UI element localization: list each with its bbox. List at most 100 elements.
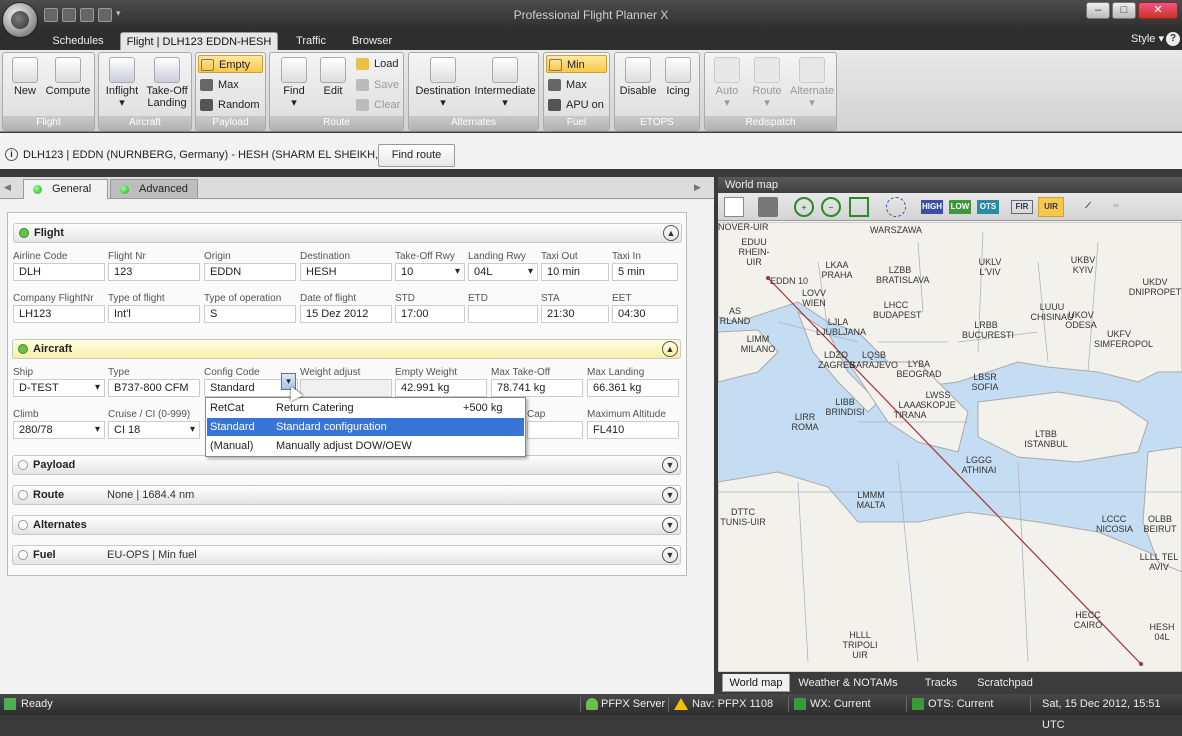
save-button[interactable]: Save	[354, 76, 402, 94]
payload-empty-button[interactable]: Empty	[198, 55, 263, 73]
tab-browser[interactable]: Browser	[344, 32, 400, 50]
ship-select[interactable]: D-TEST	[13, 379, 105, 397]
clear-button[interactable]: Clear	[354, 96, 402, 114]
style-menu[interactable]: Style ▾	[1131, 32, 1164, 45]
load-button[interactable]: Load	[354, 55, 402, 73]
link-icon[interactable]: ∞	[1106, 197, 1126, 217]
empty-weight-field[interactable]: 42.991 kg	[395, 379, 487, 397]
info-icon[interactable]: i	[5, 148, 18, 161]
find-button[interactable]: Find ▾	[274, 57, 314, 109]
measure-icon[interactable]: ⟋	[1078, 197, 1098, 217]
flight-nr-field[interactable]: 123	[108, 263, 200, 281]
payload-max-button[interactable]: Max	[198, 76, 263, 94]
tab-scratchpad[interactable]: Scratchpad	[970, 674, 1040, 692]
status-nav[interactable]: Nav: PFPX 1108	[674, 694, 784, 715]
compute-button[interactable]: Compute	[43, 57, 93, 97]
max-altitude-field[interactable]: FL410	[587, 421, 679, 439]
low-airways-toggle[interactable]: LOW	[949, 200, 971, 214]
intermediate-alternate-button[interactable]: Intermediate ▾	[473, 57, 537, 109]
landing-rwy-select[interactable]: 04L	[468, 263, 538, 281]
status-server[interactable]: PFPX Server	[586, 694, 666, 715]
tab-flight[interactable]: Flight | DLH123 EDDN-HESH	[120, 32, 278, 50]
collapse-icon[interactable]: ▲	[663, 225, 679, 241]
cruise-select[interactable]: CI 18	[108, 421, 200, 439]
icing-button[interactable]: Icing	[659, 57, 697, 97]
minimize-button[interactable]: –	[1086, 2, 1110, 19]
apu-on-button[interactable]: APU on	[546, 96, 607, 114]
etd-field[interactable]	[468, 305, 538, 323]
disable-button[interactable]: Disable	[617, 57, 659, 97]
expand-icon[interactable]: ▼	[662, 457, 678, 473]
fir-toggle[interactable]: FIR	[1011, 200, 1033, 214]
app-orb-button[interactable]	[2, 2, 38, 38]
dropdown-option-manual[interactable]: (Manual) Manually adjust DOW/OEW	[207, 437, 524, 455]
max-takeoff-field[interactable]: 78.741 kg	[491, 379, 583, 397]
airline-code-field[interactable]: DLH	[13, 263, 105, 281]
section-route[interactable]: Route None | 1684.4 nm ▼	[12, 485, 681, 505]
dropdown-option-retcat[interactable]: RetCat Return Catering +500 kg	[207, 399, 524, 417]
scroll-left-icon[interactable]: ◀	[4, 182, 11, 193]
section-flight[interactable]: Flight ▲	[13, 223, 682, 243]
redispatch-alternate-button[interactable]: Alternate ▾	[789, 57, 835, 109]
expand-icon[interactable]: ▼	[662, 547, 678, 563]
section-fuel[interactable]: Fuel EU-OPS | Min fuel ▼	[12, 545, 681, 565]
section-alternates[interactable]: Alternates ▼	[12, 515, 681, 535]
type-of-operation-field[interactable]: S	[204, 305, 296, 323]
new-button[interactable]: New	[9, 57, 41, 97]
map-settings-icon[interactable]	[886, 197, 906, 217]
find-route-button[interactable]: Find route	[378, 144, 455, 167]
section-aircraft[interactable]: Aircraft ▲	[12, 339, 681, 359]
zoom-in-icon[interactable]: +	[794, 197, 814, 217]
weight-adjust-field[interactable]	[300, 379, 392, 397]
tab-weather-notams[interactable]: Weather & NOTAMs	[796, 674, 900, 692]
sta-field[interactable]: 21:30	[541, 305, 609, 323]
type-of-flight-field[interactable]: Int'l	[108, 305, 200, 323]
scroll-right-icon[interactable]: ▶	[694, 182, 701, 193]
origin-field[interactable]: EDDN	[204, 263, 296, 281]
max-landing-field[interactable]: 66.361 kg	[587, 379, 679, 397]
section-payload[interactable]: Payload ▼	[12, 455, 681, 475]
tab-schedules[interactable]: Schedules	[44, 32, 112, 50]
tab-advanced[interactable]: Advanced	[110, 179, 198, 199]
dropdown-option-standard[interactable]: Standard Standard configuration	[207, 418, 524, 436]
expand-icon[interactable]: ▼	[662, 487, 678, 503]
climb-select[interactable]: 280/78	[13, 421, 105, 439]
zoom-out-icon[interactable]: −	[821, 197, 841, 217]
collapse-icon[interactable]: ▲	[662, 341, 678, 357]
cap-field[interactable]	[527, 421, 583, 439]
zoom-fit-icon[interactable]	[849, 197, 869, 217]
tab-world-map[interactable]: World map	[722, 674, 790, 692]
company-flightnr-field[interactable]: LH123	[13, 305, 105, 323]
help-icon[interactable]: ?	[1166, 32, 1180, 46]
takeoff-landing-button[interactable]: Take-Off Landing	[143, 57, 191, 109]
takeoff-rwy-select[interactable]: 10	[395, 263, 465, 281]
world-map[interactable]: NOVER-UIR EDUU RHEIN-UIR EDDN 10 WARSZAW…	[718, 222, 1182, 672]
tab-traffic[interactable]: Traffic	[286, 32, 336, 50]
eet-field[interactable]: 04:30	[612, 305, 678, 323]
map-select-icon[interactable]	[724, 197, 744, 217]
destination-field[interactable]: HESH	[300, 263, 392, 281]
destination-alternate-button[interactable]: Destination ▾	[411, 57, 475, 109]
redispatch-auto-button[interactable]: Auto ▾	[709, 57, 745, 109]
print-icon[interactable]	[758, 197, 778, 217]
ots-toggle[interactable]: OTS	[977, 200, 999, 214]
fuel-max-button[interactable]: Max	[546, 76, 607, 94]
expand-icon[interactable]: ▼	[662, 517, 678, 533]
taxi-out-field[interactable]: 10 min	[541, 263, 609, 281]
edit-button[interactable]: Edit	[314, 57, 352, 97]
type-field[interactable]: B737-800 CFM	[108, 379, 200, 397]
maximize-button[interactable]: □	[1112, 2, 1136, 19]
inflight-button[interactable]: Inflight ▾	[101, 57, 143, 109]
fuel-min-button[interactable]: Min	[546, 55, 607, 73]
tab-general[interactable]: General	[23, 179, 108, 199]
status-ots[interactable]: OTS: Current	[912, 694, 1022, 715]
payload-random-button[interactable]: Random	[198, 96, 263, 114]
redispatch-route-button[interactable]: Route ▾	[749, 57, 785, 109]
tab-tracks[interactable]: Tracks	[916, 674, 966, 692]
high-airways-toggle[interactable]: HIGH	[921, 200, 943, 214]
date-of-flight-field[interactable]: 15 Dez 2012	[300, 305, 392, 323]
close-button[interactable]: ✕	[1138, 2, 1178, 19]
taxi-in-field[interactable]: 5 min	[612, 263, 678, 281]
std-field[interactable]: 17:00	[395, 305, 465, 323]
status-wx[interactable]: WX: Current	[794, 694, 904, 715]
